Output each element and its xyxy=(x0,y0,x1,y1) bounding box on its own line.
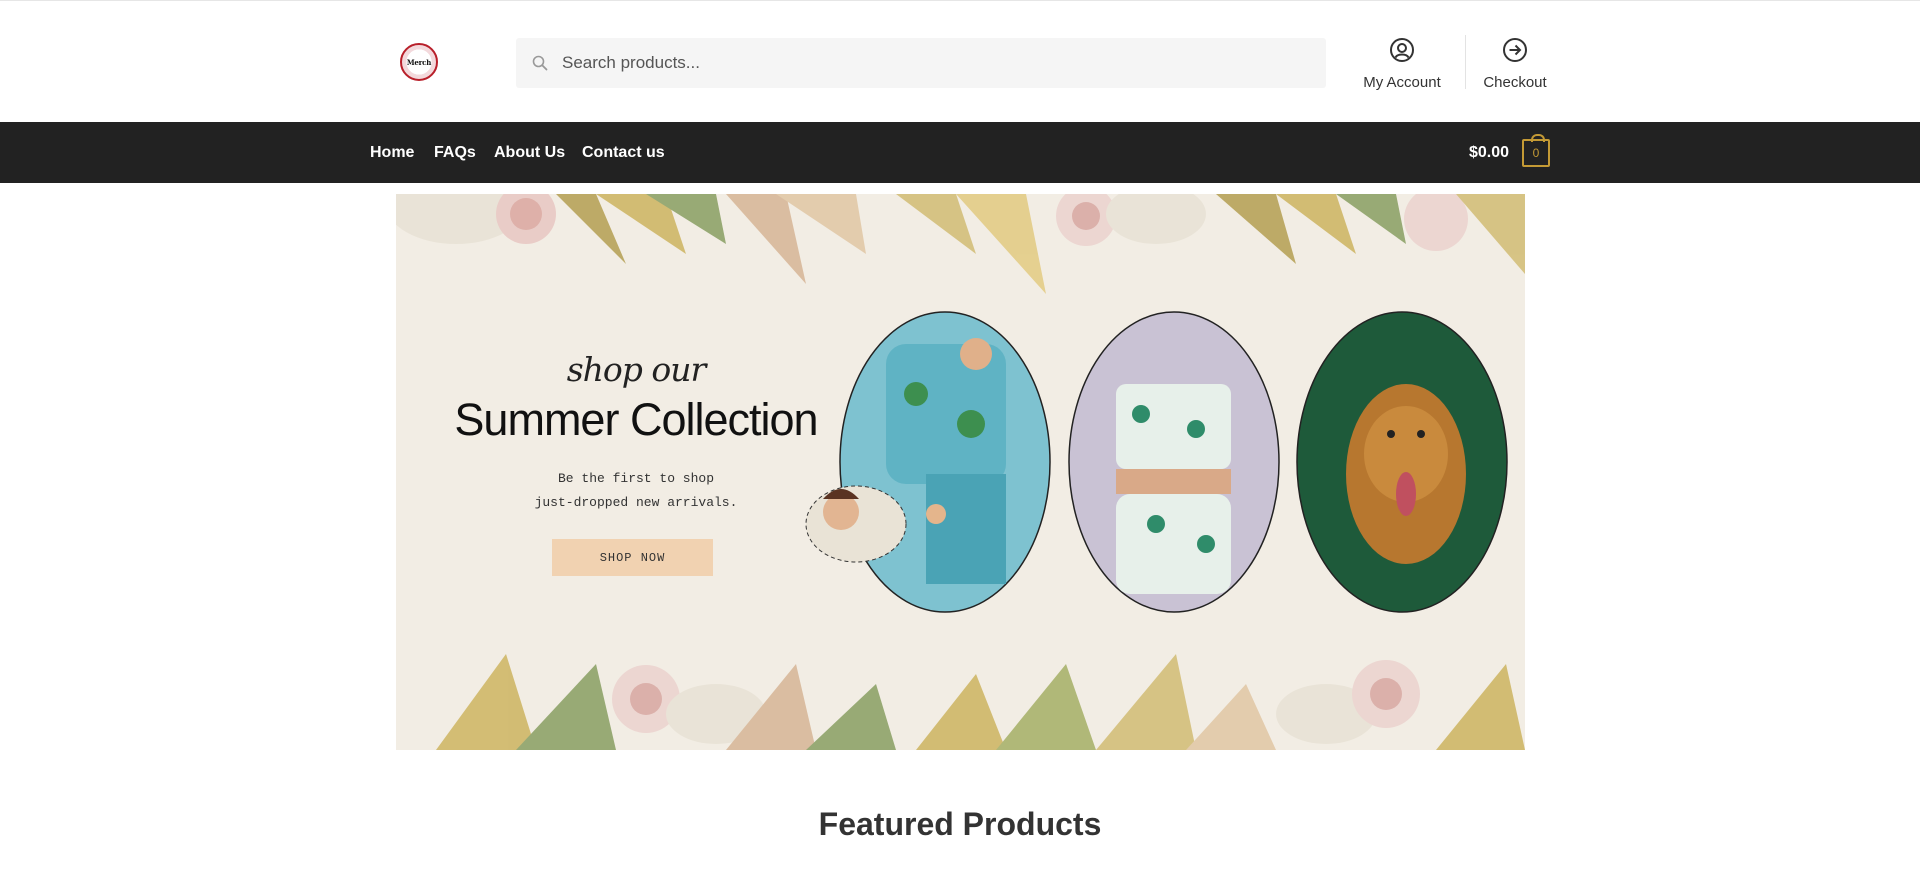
site-logo[interactable]: Merch xyxy=(400,43,438,81)
nav-item-home[interactable]: Home xyxy=(370,144,414,162)
product-image-dog-shirt xyxy=(1296,311,1508,613)
site-header: Merch My Account xyxy=(0,1,1920,121)
featured-products-heading: Featured Products xyxy=(818,806,1102,842)
cart-count-badge[interactable]: 0 xyxy=(1522,134,1550,167)
hero-tagline-line-2: just-dropped new arrivals. xyxy=(534,495,738,510)
hero-title: Summer Collection xyxy=(454,394,818,445)
search-input[interactable] xyxy=(562,53,1262,73)
product-image-swimsuit xyxy=(1068,311,1280,613)
search-bar[interactable] xyxy=(516,38,1326,88)
my-account-label: My Account xyxy=(1363,74,1441,91)
main-navigation: Home FAQs About Us Contact us $0.00 0 xyxy=(0,122,1920,183)
nav-item-about-us[interactable]: About Us xyxy=(494,144,565,162)
hero-tagline: Be the first to shop just-dropped new ar… xyxy=(486,467,786,515)
face-sticker-image xyxy=(805,485,907,563)
hero-banner[interactable]: shop our Summer Collection Be the first … xyxy=(396,194,1525,750)
hero-tagline-line-1: Be the first to shop xyxy=(557,471,715,486)
logo-text: Merch xyxy=(406,57,432,67)
page: Merch My Account xyxy=(0,0,1920,888)
hero-script-text: shop our xyxy=(566,350,707,389)
checkout-link[interactable]: Checkout xyxy=(1482,37,1548,91)
cart-total[interactable]: $0.00 xyxy=(1469,144,1509,162)
arrow-right-circle-icon xyxy=(1502,37,1528,68)
search-icon xyxy=(532,55,548,71)
shop-now-button[interactable]: SHOP NOW xyxy=(552,539,713,576)
nav-item-faqs[interactable]: FAQs xyxy=(434,144,476,162)
nav-item-contact-us[interactable]: Contact us xyxy=(582,144,665,162)
my-account-link[interactable]: My Account xyxy=(1362,37,1442,91)
user-icon xyxy=(1389,37,1415,68)
checkout-label: Checkout xyxy=(1483,74,1547,91)
header-divider xyxy=(1465,35,1466,89)
